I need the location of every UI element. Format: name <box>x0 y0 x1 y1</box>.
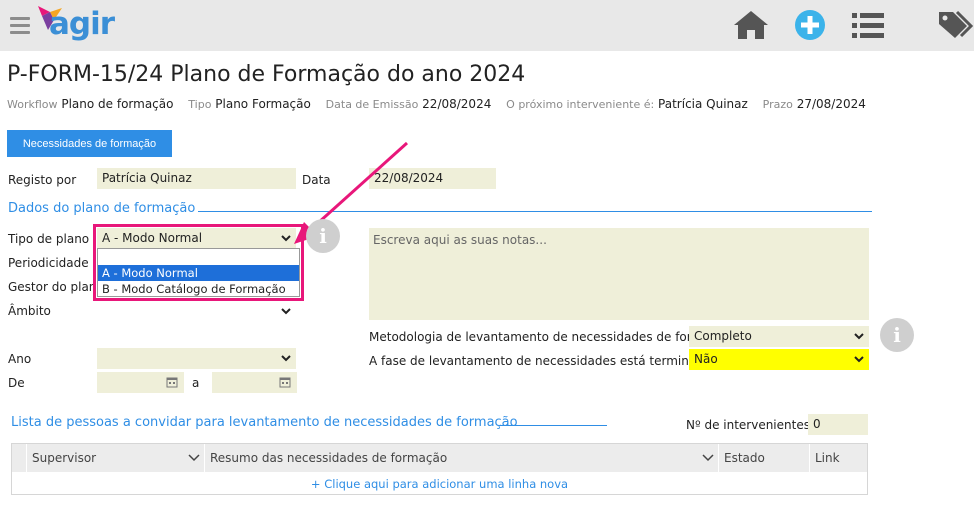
add-icon[interactable] <box>794 9 826 41</box>
list-icon[interactable] <box>852 12 884 40</box>
registo-field[interactable]: Patrícia Quinaz <box>97 168 296 189</box>
menu-icon[interactable] <box>10 17 30 34</box>
tag-icon[interactable] <box>937 10 974 40</box>
section-divider <box>500 425 607 426</box>
metodologia-value: Completo <box>694 329 752 343</box>
fase-select[interactable]: Não <box>689 349 869 370</box>
logo-text: agir <box>49 6 115 42</box>
metodologia-select[interactable]: Completo <box>689 326 869 347</box>
necessidades-formacao-button[interactable]: Necessidades de formação <box>7 130 172 157</box>
emissao-value: 22/08/2024 <box>422 97 492 111</box>
column-resumo[interactable]: Resumo das necessidades de formação <box>204 444 718 472</box>
page-title: P-FORM-15/24 Plano de Formação do ano 20… <box>7 62 526 87</box>
tipo-label: Tipo <box>188 98 212 111</box>
column-supervisor[interactable]: Supervisor <box>26 444 204 472</box>
ambito-select[interactable] <box>97 301 296 322</box>
column-estado[interactable]: Estado <box>718 444 809 472</box>
de-label: De <box>8 376 25 390</box>
add-row-link[interactable]: + Clique aqui para adicionar uma linha n… <box>12 477 867 491</box>
notes-textarea[interactable]: Escreva aqui as suas notas... <box>369 228 869 320</box>
section-lista-pessoas-title: Lista de pessoas a convidar para levanta… <box>11 415 518 430</box>
intervenientes-field[interactable]: 0 <box>808 414 868 435</box>
prazo-value: 27/08/2024 <box>796 97 866 111</box>
tipo-value: Plano Formação <box>215 97 311 111</box>
a-date-field[interactable] <box>212 372 297 393</box>
info-icon[interactable]: i <box>880 318 914 352</box>
fase-label: A fase de levantamento de necessidades e… <box>369 354 718 368</box>
annotation-highlight-box <box>93 224 304 301</box>
a-label: a <box>192 376 200 390</box>
chevron-down-icon <box>854 333 864 340</box>
registo-label: Registo por <box>8 173 77 187</box>
chevron-down-icon <box>854 356 864 363</box>
app-logo[interactable]: agir <box>36 4 126 48</box>
metodologia-label: Metodologia de levantamento de necessida… <box>369 330 732 344</box>
interveniente-label: O próximo interveniente é: <box>506 98 655 111</box>
interveniente-value: Patrícia Quinaz <box>658 97 748 111</box>
emissao-label: Data de Emissão <box>325 98 419 111</box>
table-header: Supervisor Resumo das necessidades de fo… <box>12 444 867 472</box>
ano-label: Ano <box>8 352 32 366</box>
column-header-label: Supervisor <box>32 451 97 465</box>
document-meta: Workflow Plano de formação Tipo Plano Fo… <box>7 97 877 111</box>
info-icon[interactable]: i <box>306 219 340 253</box>
chevron-down-icon[interactable] <box>188 453 200 463</box>
workflow-value: Plano de formação <box>61 97 174 111</box>
periodicidade-label: Periodicidade <box>8 256 89 270</box>
calendar-icon[interactable] <box>279 376 291 388</box>
intervenientes-label: Nº de intervenientes <box>686 418 810 432</box>
section-dados-plano-title: Dados do plano de formação <box>8 201 196 216</box>
column-link[interactable]: Link <box>809 444 867 472</box>
chevron-down-icon[interactable] <box>702 453 714 463</box>
ano-select[interactable] <box>97 348 296 369</box>
tipo-plano-label: Tipo de plano <box>8 232 90 246</box>
gestor-label: Gestor do plano <box>8 280 104 294</box>
fase-value: Não <box>694 352 718 366</box>
prazo-label: Prazo <box>762 98 793 111</box>
workflow-label: Workflow <box>7 98 58 111</box>
pessoas-table: Supervisor Resumo das necessidades de fo… <box>11 443 868 495</box>
chevron-down-icon <box>281 308 291 315</box>
top-bar: agir <box>0 0 974 51</box>
de-date-field[interactable] <box>97 372 184 393</box>
chevron-down-icon <box>281 355 291 362</box>
calendar-icon[interactable] <box>166 376 178 388</box>
ambito-label: Âmbito <box>8 304 51 318</box>
home-icon[interactable] <box>733 10 769 40</box>
column-header-label: Resumo das necessidades de formação <box>210 451 448 465</box>
row-select-column <box>12 444 26 472</box>
